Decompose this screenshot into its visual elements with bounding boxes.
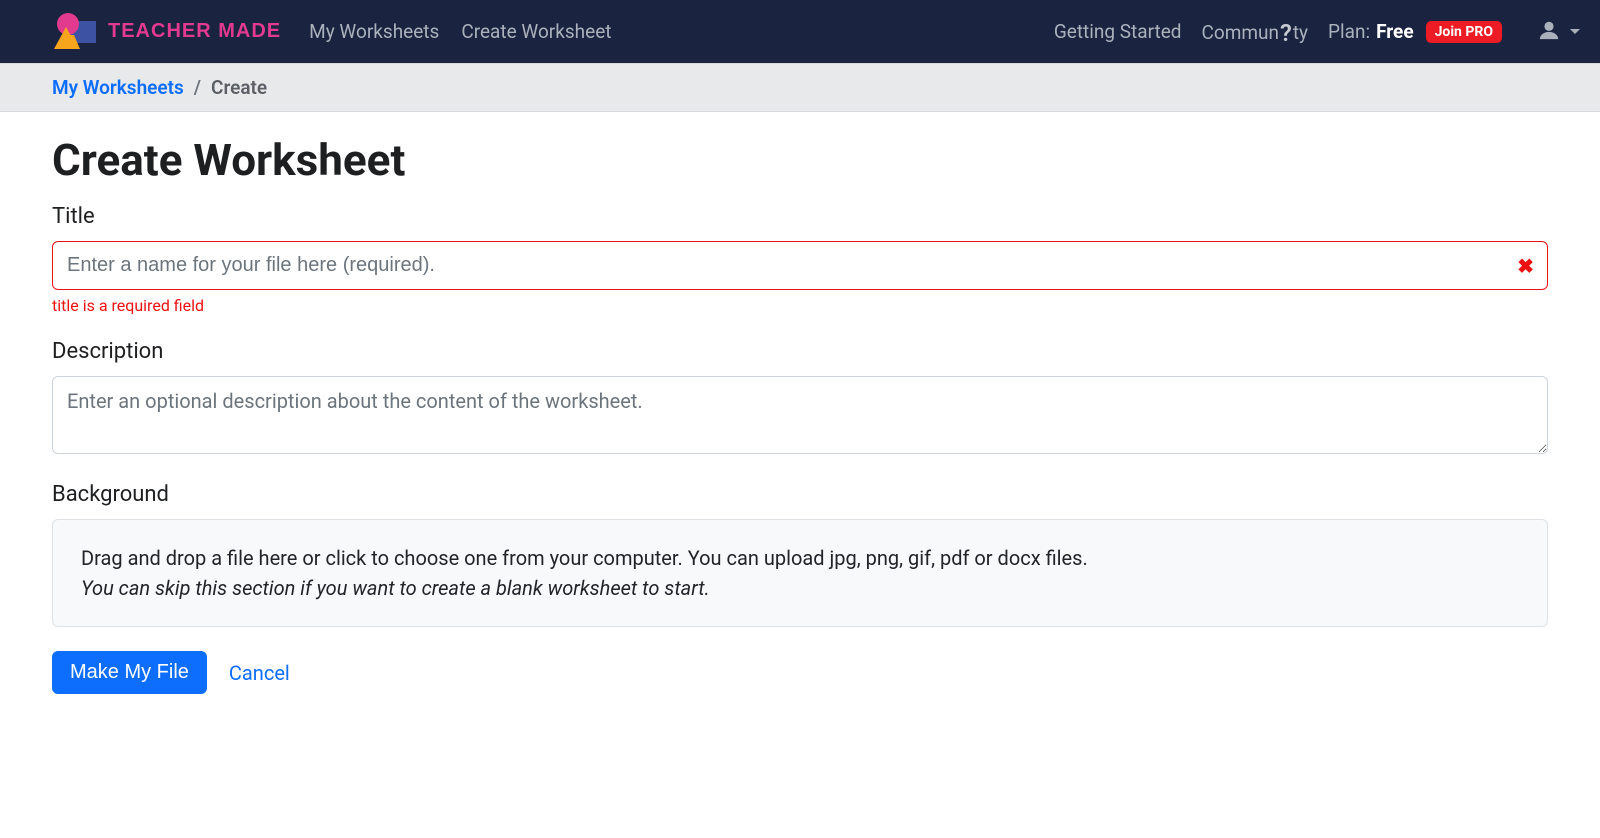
main-content: Create Worksheet Title ✖ title is a requ…	[0, 112, 1600, 734]
title-input-wrap: ✖	[52, 241, 1548, 290]
breadcrumb: My Worksheets / Create	[52, 76, 1548, 99]
brand-logo[interactable]: TEACHER MADE	[52, 13, 281, 51]
brand-mark-icon	[52, 13, 100, 51]
cancel-link[interactable]: Cancel	[229, 661, 290, 685]
nav-create-worksheet[interactable]: Create Worksheet	[461, 20, 611, 43]
chevron-down-icon	[1570, 29, 1580, 34]
community-prefix: Commun	[1202, 21, 1280, 44]
dropzone-skip-note: You can skip this section if you want to…	[81, 576, 1519, 600]
breadcrumb-current: Create	[211, 76, 267, 99]
description-textarea[interactable]	[52, 376, 1548, 454]
form-group-description: Description	[52, 339, 1548, 458]
nav-links-left: My Worksheets Create Worksheet	[309, 20, 611, 43]
close-icon[interactable]: ✖	[1517, 254, 1534, 278]
background-dropzone[interactable]: Drag and drop a file here or click to ch…	[52, 519, 1548, 627]
form-actions: Make My File Cancel	[52, 651, 1548, 694]
join-pro-badge[interactable]: Join PRO	[1426, 21, 1502, 43]
plan-indicator: Plan: Free Join PRO	[1328, 20, 1502, 43]
nav-links-right: Getting Started Commun ? ty Plan: Free J…	[1054, 19, 1580, 45]
make-my-file-button[interactable]: Make My File	[52, 651, 207, 694]
top-navbar: TEACHER MADE My Worksheets Create Worksh…	[0, 0, 1600, 63]
user-menu[interactable]	[1538, 19, 1580, 45]
breadcrumb-bar: My Worksheets / Create	[0, 63, 1600, 112]
label-title: Title	[52, 204, 1548, 229]
form-group-background: Background Drag and drop a file here or …	[52, 482, 1548, 627]
plan-value: Free	[1376, 20, 1414, 43]
title-input[interactable]	[52, 241, 1548, 290]
label-description: Description	[52, 339, 1548, 364]
page-title: Create Worksheet	[52, 134, 1548, 186]
question-mark-icon: ?	[1280, 21, 1292, 45]
title-error-text: title is a required field	[52, 296, 1548, 315]
nav-community[interactable]: Commun ? ty	[1202, 19, 1309, 44]
dropzone-instructions: Drag and drop a file here or click to ch…	[81, 546, 1519, 570]
plan-label: Plan:	[1328, 20, 1370, 43]
community-suffix: ty	[1293, 21, 1308, 44]
nav-getting-started[interactable]: Getting Started	[1054, 20, 1182, 43]
nav-my-worksheets[interactable]: My Worksheets	[309, 20, 439, 43]
breadcrumb-separator: /	[194, 76, 201, 99]
brand-text: TEACHER MADE	[108, 20, 281, 43]
form-group-title: Title ✖ title is a required field	[52, 204, 1548, 315]
user-icon	[1538, 19, 1560, 45]
label-background: Background	[52, 482, 1548, 507]
breadcrumb-root[interactable]: My Worksheets	[52, 76, 184, 99]
